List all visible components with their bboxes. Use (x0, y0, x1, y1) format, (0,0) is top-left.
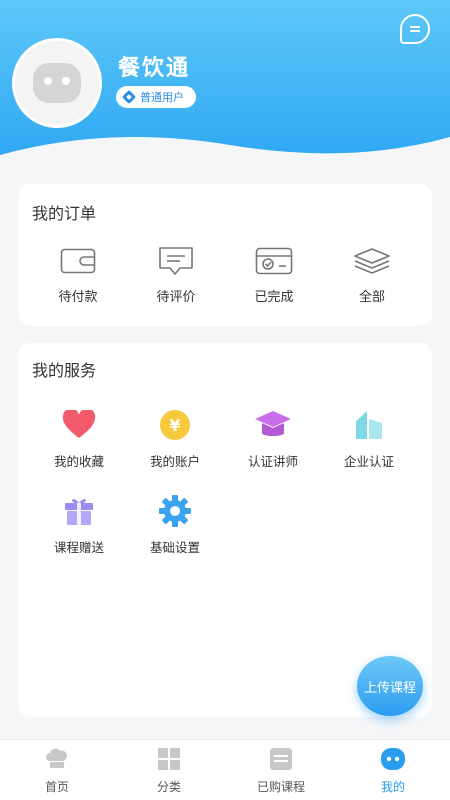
service-account-label: 我的账户 (149, 454, 200, 469)
robot-avatar-icon (33, 63, 81, 103)
course-list-icon (270, 748, 292, 770)
tab-mine-label: 我的 (380, 780, 405, 794)
tab-category-label: 分类 (156, 780, 181, 794)
orders-card: 我的订单 待付款 待评价 已完成 全部 (18, 184, 432, 326)
username: 餐饮通 (118, 56, 191, 81)
diamond-icon (121, 89, 137, 105)
service-certified-lecturer[interactable]: 认证讲师 (228, 405, 318, 470)
tab-category[interactable]: 分类 (124, 746, 214, 795)
order-pending-review-label: 待评价 (156, 290, 196, 305)
gear-icon (159, 495, 191, 527)
chef-hat-icon (46, 748, 68, 768)
grid-icon (158, 748, 180, 770)
service-course-gift-label: 课程赠送 (53, 540, 104, 555)
svg-text:¥: ¥ (169, 416, 180, 435)
gift-icon (65, 498, 93, 525)
completed-card-icon (255, 247, 293, 275)
heart-icon (62, 410, 96, 438)
yen-coin-icon: ¥ (160, 410, 190, 440)
service-basic-settings[interactable]: 基础设置 (130, 491, 220, 556)
service-certified-lecturer-label: 认证讲师 (247, 454, 298, 469)
wallet-icon (60, 248, 96, 274)
user-level-label: 普通用户 (140, 91, 184, 104)
tab-purchased-courses-label: 已购课程 (256, 780, 305, 794)
building-icon (356, 411, 382, 439)
graduation-cap-icon (255, 411, 291, 436)
tab-purchased-courses[interactable]: 已购课程 (236, 746, 326, 795)
bottom-tab-bar: 首页 分类 已购课程 我的 (0, 739, 450, 800)
tab-home[interactable]: 首页 (12, 746, 102, 795)
order-pending-payment-label: 待付款 (58, 290, 98, 305)
tab-home-label: 首页 (44, 780, 69, 794)
chat-bubble-icon (410, 26, 420, 32)
order-all-label: 全部 (358, 290, 385, 305)
tab-mine[interactable]: 我的 (348, 746, 438, 795)
upload-course-button[interactable]: 上传课程 (357, 656, 423, 716)
service-account[interactable]: ¥ 我的账户 (130, 405, 220, 470)
orders-title: 我的订单 (32, 204, 97, 223)
service-enterprise-cert[interactable]: 企业认证 (324, 405, 414, 470)
order-pending-review[interactable]: 待评价 (136, 246, 216, 305)
robot-face-icon (381, 748, 405, 770)
order-pending-payment[interactable]: 待付款 (38, 246, 118, 305)
avatar[interactable] (12, 38, 102, 128)
service-basic-settings-label: 基础设置 (149, 540, 200, 555)
order-completed[interactable]: 已完成 (234, 246, 314, 305)
service-course-gift[interactable]: 课程赠送 (34, 491, 124, 556)
services-title: 我的服务 (32, 361, 97, 380)
layers-icon (354, 248, 390, 274)
order-all[interactable]: 全部 (332, 246, 412, 305)
comment-icon (159, 247, 193, 275)
message-button[interactable] (400, 14, 430, 44)
service-favorites[interactable]: 我的收藏 (34, 405, 124, 470)
order-completed-label: 已完成 (254, 290, 294, 305)
user-level-badge: 普通用户 (116, 86, 196, 108)
service-enterprise-cert-label: 企业认证 (343, 454, 394, 469)
service-favorites-label: 我的收藏 (53, 454, 104, 469)
